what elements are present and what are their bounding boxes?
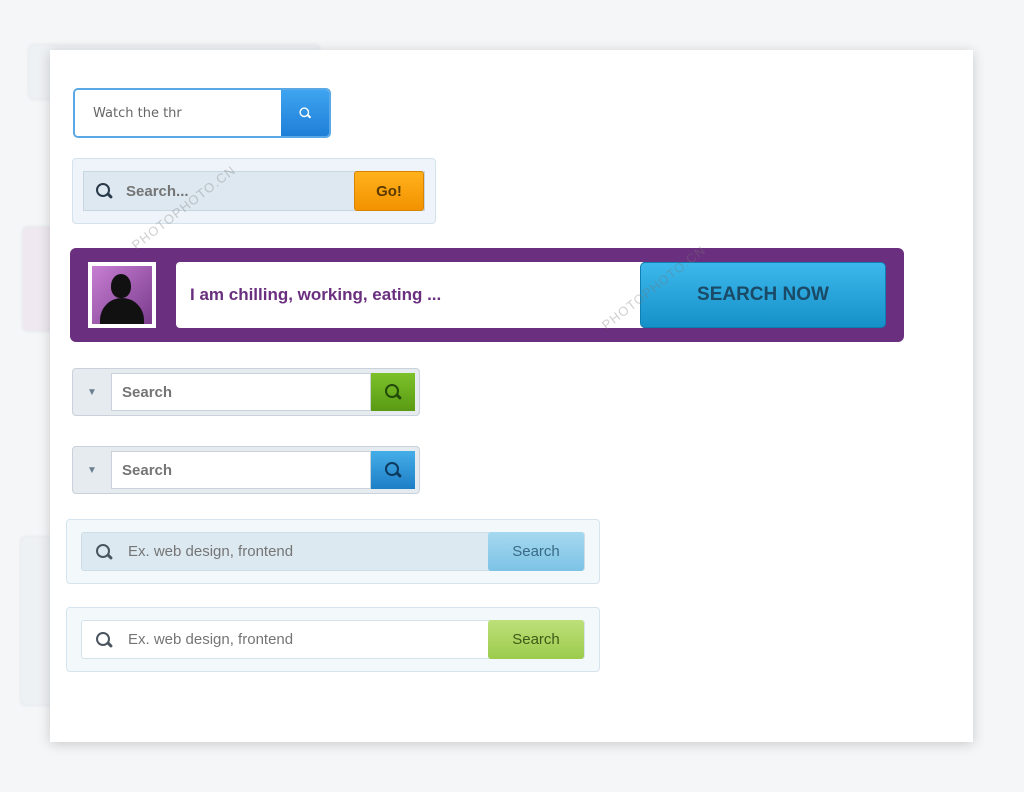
search-button[interactable] [371,373,415,411]
search-input[interactable] [128,631,488,648]
go-button[interactable]: Go! [354,171,424,211]
avatar [88,262,156,328]
search-bar-7: Search [66,607,600,672]
search-input[interactable] [111,373,371,411]
search-bar-1 [73,88,331,138]
search-button[interactable] [281,90,329,136]
status-search-bar: I am chilling, working, eating ... SEARC… [70,248,904,342]
search-button[interactable]: Search [488,620,584,659]
search-bar-5: ▼ [72,446,420,494]
search-button[interactable] [371,451,415,489]
status-text[interactable]: I am chilling, working, eating ... [190,285,441,305]
search-input[interactable] [128,543,488,560]
dropdown-arrow-icon[interactable]: ▼ [73,465,111,476]
search-icon [385,384,401,400]
search-bar-2: Go! [72,158,436,224]
search-now-button[interactable]: SEARCH NOW [640,262,886,328]
search-input[interactable] [111,451,371,489]
search-icon [299,107,310,118]
search-bar-4: ▼ [72,368,420,416]
search-icon [96,543,112,560]
search-icon [385,462,401,478]
search-bar-6: Search [66,519,600,584]
search-icon [96,183,112,199]
search-button[interactable]: Search [488,532,584,571]
canvas-card: Go! I am chilling, working, eating ... S… [50,50,973,742]
dropdown-arrow-icon[interactable]: ▼ [73,387,111,398]
search-icon [96,631,112,648]
user-silhouette-icon [111,274,131,298]
search-input[interactable] [75,90,281,136]
search-input[interactable] [126,182,354,200]
